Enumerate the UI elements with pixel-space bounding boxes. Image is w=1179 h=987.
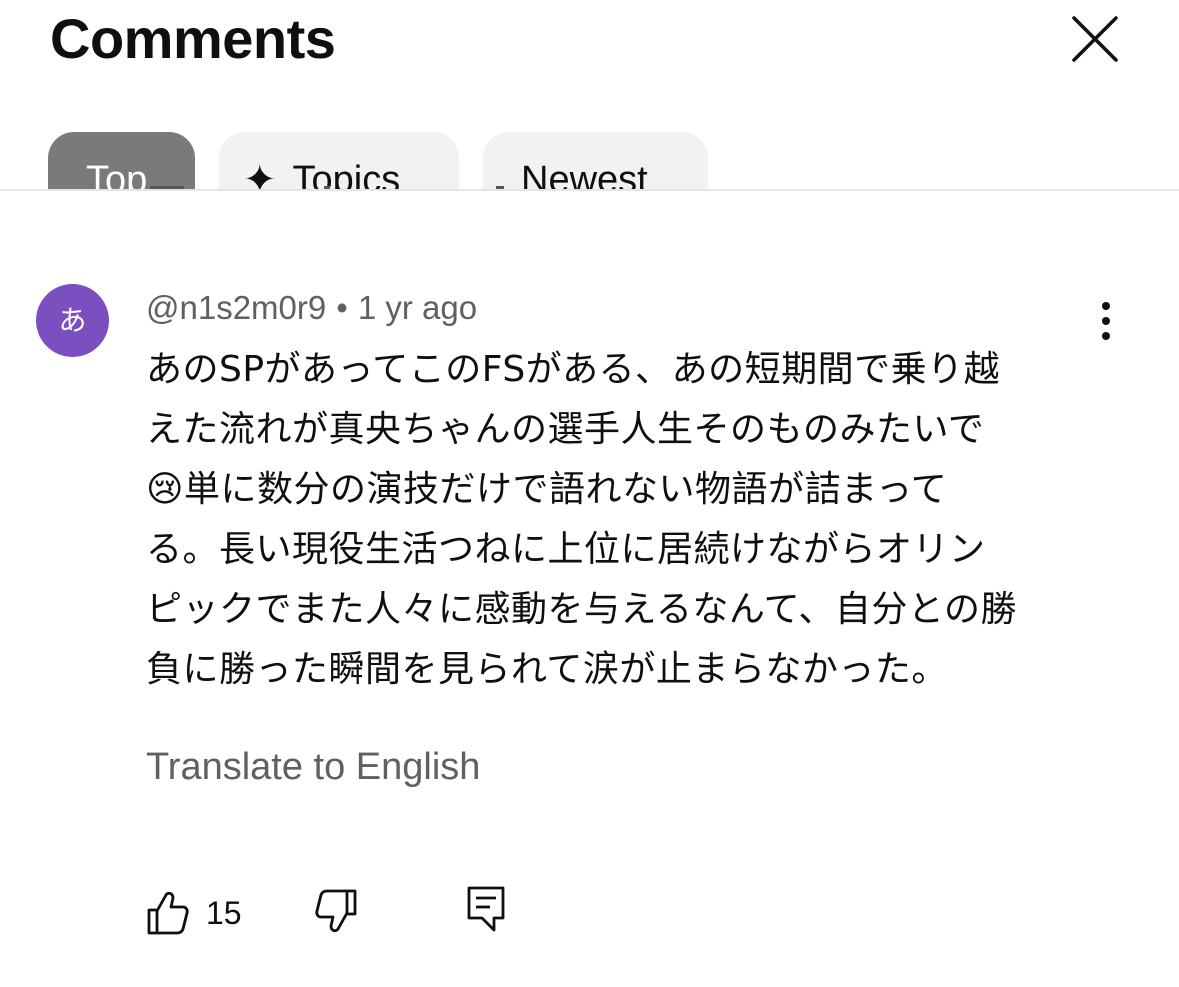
header-divider: [0, 189, 1179, 191]
chip-newest[interactable]: Newest: [483, 132, 708, 189]
avatar[interactable]: あ: [36, 284, 109, 357]
comment-line: あのSPがあってこのFSがある、あの短期間で乗り越: [146, 349, 1001, 390]
more-options-button[interactable]: [1088, 298, 1124, 344]
chip-topics[interactable]: ✦ Topics: [219, 132, 459, 189]
chip-newest-label: Newest: [521, 159, 648, 189]
comment-line: ピックでまた人々に感動を与えるなんて、自分との勝: [146, 589, 1017, 630]
sparkle-icon: ✦: [243, 158, 277, 189]
chip-topics-label: Topics: [292, 159, 401, 189]
dislike-button[interactable]: [314, 888, 358, 938]
translate-link[interactable]: Translate to English: [146, 744, 480, 790]
comment-line: 負に勝った瞬間を見られて涙が止まらなかった。: [146, 649, 948, 690]
like-button[interactable]: 15: [146, 888, 242, 938]
reply-button[interactable]: [464, 884, 508, 938]
comment-line: る。長い現役生活つねに上位に居続けながらオリン: [146, 529, 986, 570]
comment-line: えた流れが真央ちゃんの選手人生そのものみたいで: [146, 409, 985, 450]
comment-time: 1 yr ago: [357, 289, 478, 326]
filter-chips: Top ✦ Topics Newest: [0, 120, 1179, 189]
meta-separator: •: [336, 289, 348, 326]
comment-line: 😢単に数分の演技だけで語れない物語が詰まって: [146, 469, 948, 510]
comment-author[interactable]: @n1s2m0r9: [146, 289, 326, 326]
page-title: Comments: [50, 7, 336, 70]
comment-body: あのSPがあってこのFSがある、あの短期間で乗り越 えた流れが真央ちゃんの選手人…: [146, 340, 1106, 700]
close-button[interactable]: [1064, 8, 1126, 70]
thumbs-down-icon: [315, 889, 357, 933]
chip-top[interactable]: Top: [48, 132, 195, 189]
chip-top-label: Top: [86, 159, 148, 189]
comment-meta: @n1s2m0r9 • 1 yr ago: [146, 288, 477, 328]
close-icon: [1072, 16, 1118, 62]
reply-icon: [467, 886, 505, 932]
like-count: 15: [206, 894, 242, 931]
thumbs-up-icon: [147, 891, 189, 935]
